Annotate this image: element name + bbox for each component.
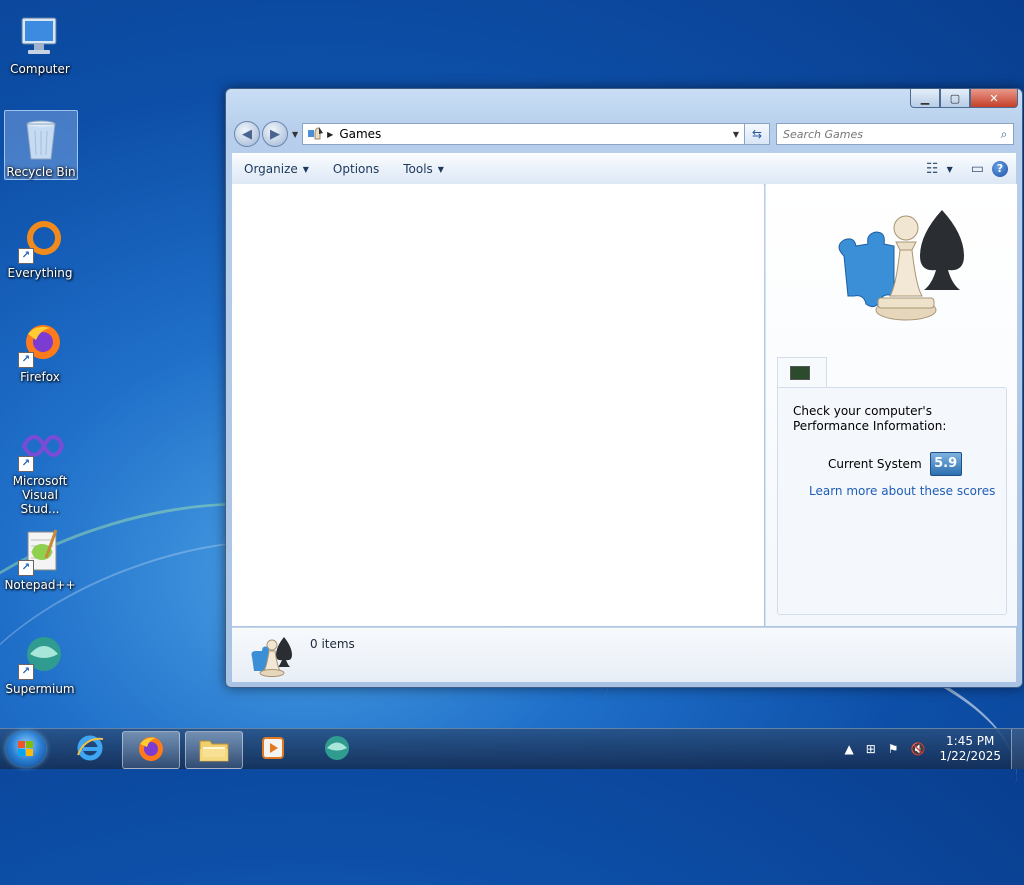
games-small-icon: [248, 635, 294, 677]
search-input[interactable]: [777, 126, 995, 142]
action-center-flag-icon[interactable]: ⚑: [888, 742, 899, 756]
maximize-button[interactable]: ▢: [940, 89, 970, 108]
learn-more-scores-link[interactable]: Learn more about these scores: [809, 484, 995, 498]
shortcut-arrow-icon: ↗: [18, 352, 34, 368]
search-icon[interactable]: ⌕: [995, 127, 1013, 142]
options-label: Options: [332, 162, 380, 176]
view-options-chevron-down-icon[interactable]: ▼: [947, 165, 953, 174]
desktop-icon-label: Microsoft Visual Stud...: [12, 474, 68, 516]
organize-label: Organize: [244, 162, 298, 176]
chevron-down-icon: ▼: [302, 164, 309, 174]
breadcrumb-arrow-icon[interactable]: ▶: [327, 130, 333, 139]
taskbar-media-player[interactable]: [245, 731, 301, 767]
volume-muted-icon[interactable]: 🔇: [911, 742, 926, 756]
performance-panel: Check your computer's Performance Inform…: [777, 387, 1007, 615]
taskbar-windows-explorer[interactable]: [185, 731, 243, 769]
address-dropdown-chevron-down-icon[interactable]: ▼: [728, 130, 744, 139]
supermium-icon: ↗: [16, 632, 64, 680]
chevron-down-icon: ▼: [437, 164, 444, 174]
taskbar-firefox[interactable]: [122, 731, 180, 769]
current-system-row: Current System 5.9: [828, 452, 962, 476]
supermium-icon: [322, 733, 352, 766]
desktop-icon-label: Supermium: [5, 682, 75, 696]
shortcut-arrow-icon: ↗: [18, 560, 34, 576]
navigation-bar: ◀ ▶ ▼ ▶ Games ▼ ⇆ ⌕: [234, 121, 1014, 147]
desktop-icon-label: Recycle Bin: [6, 165, 76, 179]
internet-explorer-icon: [75, 733, 105, 766]
help-icon[interactable]: ?: [992, 161, 1008, 177]
desktop-icon-recycle-bin[interactable]: Recycle Bin: [4, 110, 78, 180]
tools-label: Tools: [403, 162, 433, 176]
shortcut-arrow-icon: ↗: [18, 664, 34, 680]
current-system-label: Current System: [828, 457, 922, 471]
system-tray: ▲ ⊞ ⚑ 🔇 1:45 PM 1/22/2025: [838, 729, 1024, 769]
firefox-icon: ↗: [16, 320, 64, 368]
preview-pane-icon[interactable]: ▭: [971, 161, 984, 177]
desktop-icon-label: Notepad++: [4, 578, 76, 592]
breadcrumb-games[interactable]: Games: [339, 127, 728, 141]
computer-icon: [16, 12, 64, 60]
item-count: 0 items: [310, 637, 355, 651]
desktop-icon-computer[interactable]: Computer: [4, 8, 76, 76]
tools-menu[interactable]: Tools ▼: [391, 162, 456, 176]
media-player-icon: [258, 733, 288, 766]
recycle-bin-icon: [17, 115, 65, 163]
desktop-icon-label: Computer: [10, 62, 70, 76]
preview-pane: Check your computer's Performance Inform…: [765, 184, 1017, 626]
refresh-button[interactable]: ⇆: [745, 123, 770, 145]
desktop-icon-label: Everything: [7, 266, 73, 280]
forward-button[interactable]: ▶: [262, 121, 288, 147]
games-explorer-window[interactable]: ▁ ▢ ✕ ◀ ▶ ▼ ▶ Games ▼ ⇆ ⌕ Organize ▼ Opt…: [225, 88, 1023, 688]
games-file-list[interactable]: [232, 184, 764, 626]
details-pane: 0 items: [232, 627, 1016, 682]
firefox-icon: [136, 734, 166, 767]
desktop-icon-notepad-plus-plus[interactable]: ↗ Notepad++: [4, 524, 76, 592]
games-chess-puzzle-icon: [824, 206, 974, 330]
close-button[interactable]: ✕: [970, 89, 1018, 108]
clock-time: 1:45 PM: [946, 734, 995, 748]
taskbar-internet-explorer[interactable]: [62, 731, 118, 767]
show-hidden-icons-chevron-up-icon[interactable]: ▲: [844, 742, 853, 756]
windows-logo-icon: [18, 741, 34, 757]
start-button[interactable]: [6, 731, 46, 767]
network-icon[interactable]: ⊞: [866, 742, 876, 756]
shortcut-arrow-icon: ↗: [18, 456, 34, 472]
desktop-icon-visual-studio[interactable]: ↗ Microsoft Visual Stud...: [4, 420, 76, 516]
taskbar-supermium[interactable]: [309, 731, 365, 767]
search-box[interactable]: ⌕: [776, 123, 1014, 145]
everything-icon: ↗: [16, 216, 64, 264]
folder-icon: [198, 735, 230, 766]
recent-pages-chevron-down-icon[interactable]: ▼: [292, 130, 298, 139]
command-bar-right: ☷ ▼ ▭ ?: [918, 161, 1016, 177]
address-bar[interactable]: ▶ Games ▼: [302, 123, 745, 145]
performance-score-badge: 5.9: [929, 452, 962, 476]
clock[interactable]: 1:45 PM 1/22/2025: [939, 734, 1001, 764]
games-folder-icon: [307, 125, 324, 144]
back-button[interactable]: ◀: [234, 121, 260, 147]
performance-tab[interactable]: [777, 357, 827, 388]
desktop-icon-label: Firefox: [20, 370, 60, 384]
notepad-plus-plus-icon: ↗: [16, 528, 64, 576]
command-bar: Organize ▼ Options Tools ▼ ☷ ▼ ▭ ?: [232, 153, 1016, 185]
shortcut-arrow-icon: ↗: [18, 248, 34, 264]
options-button[interactable]: Options: [321, 162, 391, 176]
monitor-icon: [790, 366, 810, 380]
clock-date: 1/22/2025: [939, 749, 1001, 763]
minimize-button[interactable]: ▁: [910, 89, 940, 108]
performance-title: Check your computer's Performance Inform…: [793, 404, 947, 433]
change-view-icon[interactable]: ☷: [926, 161, 939, 177]
taskbar: ▲ ⊞ ⚑ 🔇 1:45 PM 1/22/2025: [0, 728, 1024, 769]
desktop-icon-supermium[interactable]: ↗ Supermium: [4, 628, 76, 696]
show-desktop-button[interactable]: [1011, 729, 1024, 769]
visual-studio-icon: ↗: [16, 424, 65, 472]
window-controls: ▁ ▢ ✕: [910, 89, 1018, 108]
desktop-icon-everything[interactable]: ↗ Everything: [4, 212, 76, 280]
organize-menu[interactable]: Organize ▼: [232, 162, 321, 176]
desktop-icon-firefox[interactable]: ↗ Firefox: [4, 316, 76, 384]
